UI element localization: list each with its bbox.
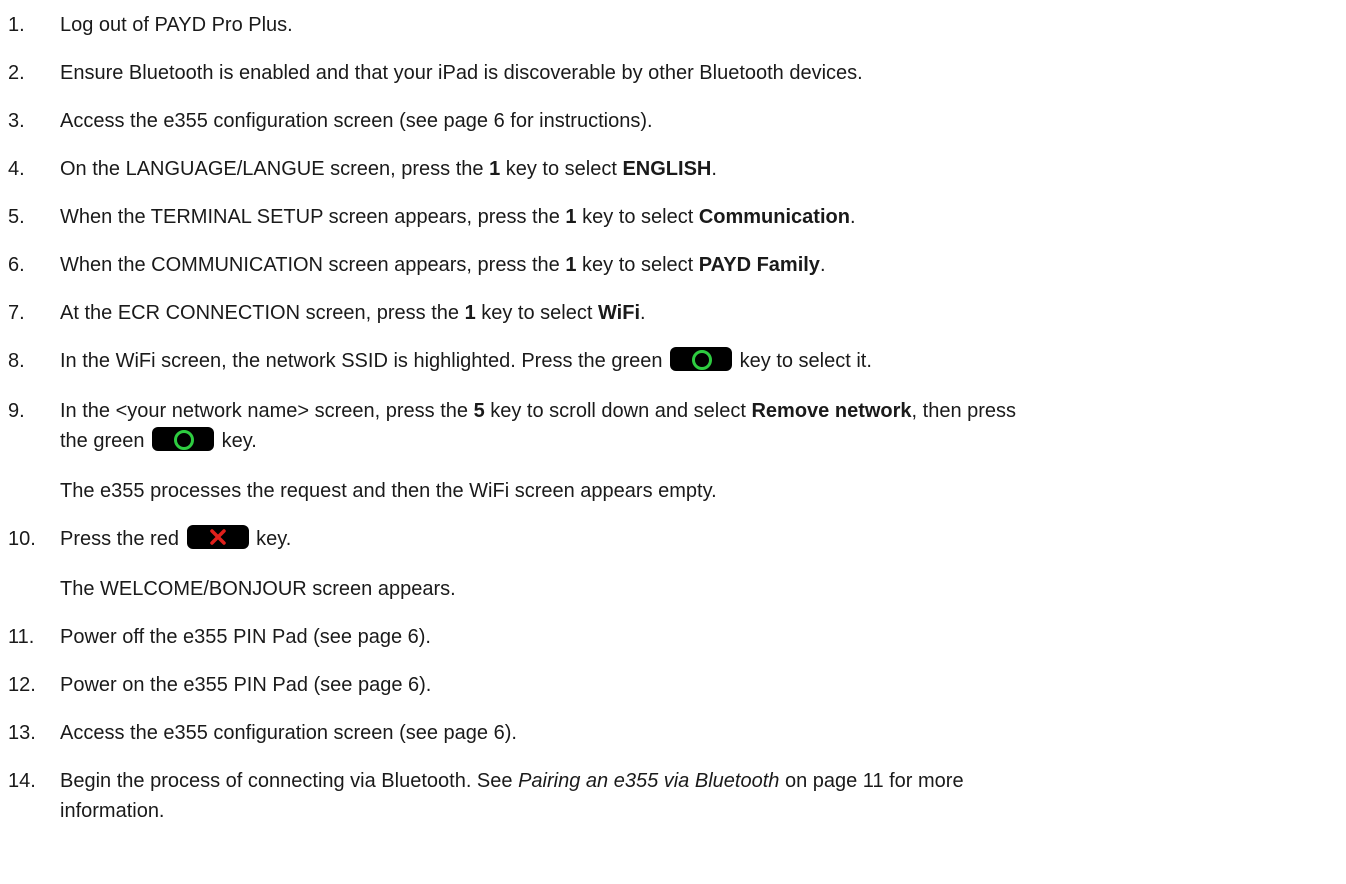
step-text: Press the red key. <box>60 524 1340 554</box>
list-item: 6. When the COMMUNICATION screen appears… <box>0 250 1340 280</box>
step-number: 10. <box>8 528 36 550</box>
green-enter-key-icon <box>152 427 215 451</box>
step-number: 9. <box>8 400 25 422</box>
list-item: 4. On the LANGUAGE/LANGUE screen, press … <box>0 154 1340 184</box>
step-number: 8. <box>8 350 25 372</box>
list-item: 11. Power off the e355 PIN Pad (see page… <box>0 622 1340 652</box>
step-text: At the ECR CONNECTION screen, press the … <box>60 302 646 324</box>
list-item: 13. Access the e355 configuration screen… <box>0 718 1340 748</box>
step-text: Log out of PAYD Pro Plus. <box>60 14 293 36</box>
step-text: Access the e355 configuration screen (se… <box>60 110 653 132</box>
step-number: 7. <box>8 302 25 324</box>
step-number: 3. <box>8 110 25 132</box>
step-number: 12. <box>8 674 36 696</box>
list-item: 3. Access the e355 configuration screen … <box>0 106 1340 136</box>
step-number: 14. <box>8 770 36 792</box>
list-item: 8. In the WiFi screen, the network SSID … <box>0 346 1340 376</box>
step-text: Power on the e355 PIN Pad (see page 6). <box>60 674 432 696</box>
step-number: 11. <box>8 626 35 648</box>
list-item: 10. Press the red key. <box>0 524 1340 554</box>
step-text-continued: the green key. <box>60 426 1340 456</box>
step-text: On the LANGUAGE/LANGUE screen, press the… <box>60 158 717 180</box>
step-text: Access the e355 configuration screen (se… <box>60 722 517 744</box>
step-number: 5. <box>8 206 25 228</box>
step-number: 2. <box>8 62 25 84</box>
list-item: 2. Ensure Bluetooth is enabled and that … <box>0 58 1340 88</box>
list-item: 9. In the <your network name> screen, pr… <box>0 396 1340 456</box>
step-text-continued: information. <box>60 800 165 822</box>
step-text: Ensure Bluetooth is enabled and that you… <box>60 62 863 84</box>
red-cancel-key-icon <box>186 525 249 549</box>
step-number: 13. <box>8 722 36 744</box>
step-text: When the COMMUNICATION screen appears, p… <box>60 254 826 276</box>
step-note: The e355 processes the request and then … <box>60 480 717 502</box>
list-item: 5. When the TERMINAL SETUP screen appear… <box>0 202 1340 232</box>
list-item: 12. Power on the e355 PIN Pad (see page … <box>0 670 1340 700</box>
step-text: Power off the e355 PIN Pad (see page 6). <box>60 626 431 648</box>
step-text: In the WiFi screen, the network SSID is … <box>60 346 1340 376</box>
list-item: 14. Begin the process of connecting via … <box>0 766 1340 826</box>
step-note: The WELCOME/BONJOUR screen appears. <box>60 578 456 600</box>
step-number: 1. <box>8 14 25 36</box>
step-text: Begin the process of connecting via Blue… <box>60 770 964 792</box>
green-enter-key-icon <box>670 347 733 371</box>
list-item: 7. At the ECR CONNECTION screen, press t… <box>0 298 1340 328</box>
step-number: 4. <box>8 158 25 180</box>
step-text: When the TERMINAL SETUP screen appears, … <box>60 206 856 228</box>
list-item: 1. Log out of PAYD Pro Plus. <box>0 10 1340 40</box>
step-text: In the <your network name> screen, press… <box>60 400 1017 422</box>
step-number: 6. <box>8 254 25 276</box>
